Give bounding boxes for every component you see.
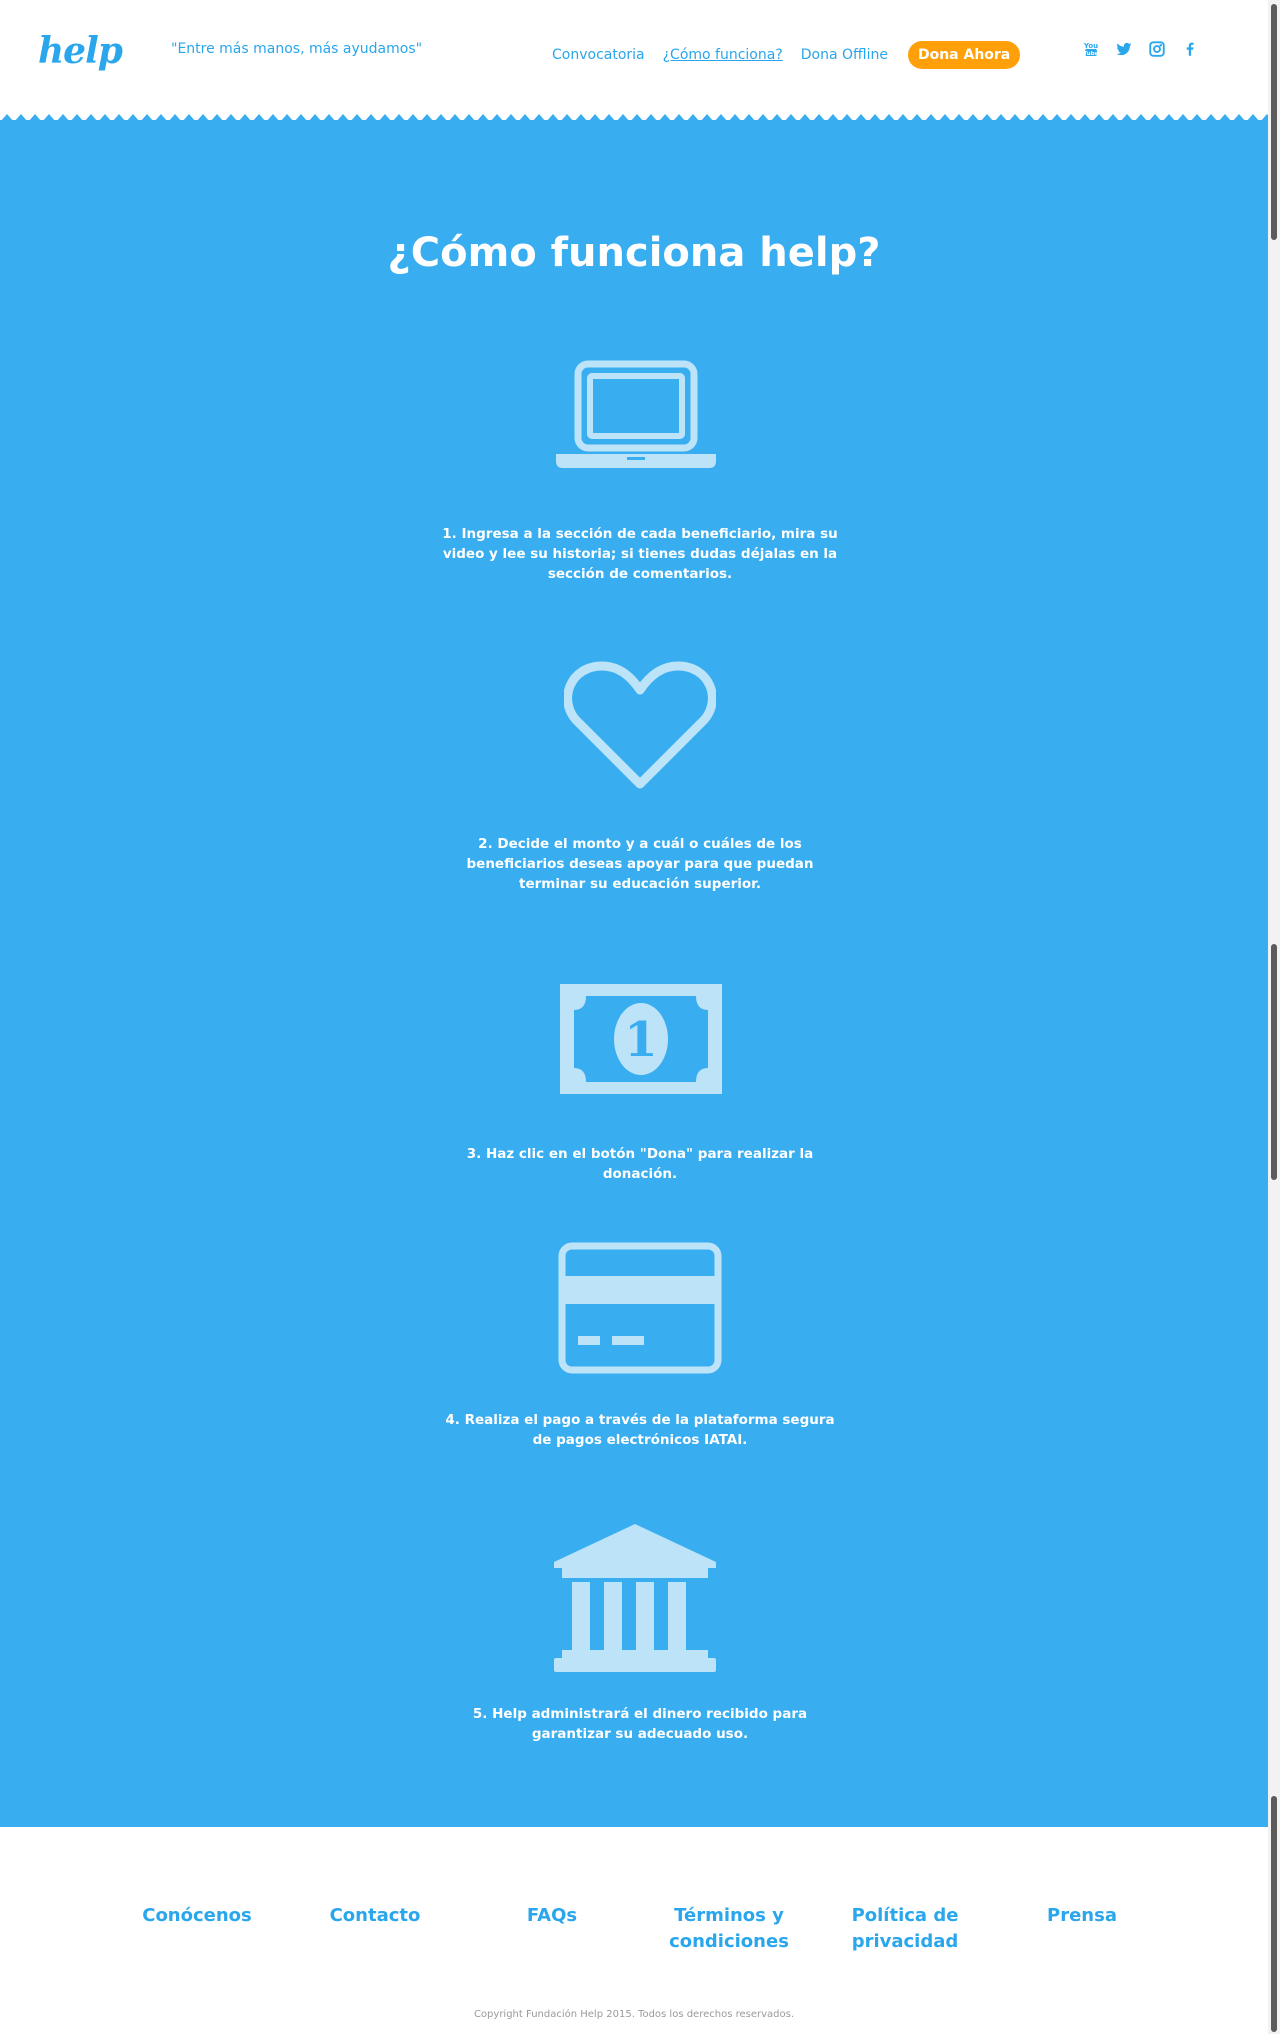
nav-dona-offline[interactable]: Dona Offline (801, 47, 888, 63)
footer-link-contacto[interactable]: Contacto (300, 1903, 450, 1929)
page-title: ¿Cómo funciona help? (387, 230, 881, 276)
footer-link-faqs[interactable]: FAQs (477, 1903, 627, 1929)
instagram-icon[interactable] (1148, 40, 1166, 58)
step-1-text: 1. Ingresa a la sección de cada benefici… (442, 526, 838, 582)
social-links: You Tube (1082, 40, 1199, 58)
copyright-text: Copyright Fundación Help 2015. Todos los… (473, 2009, 795, 2020)
youtube-icon[interactable]: You Tube (1082, 40, 1100, 58)
step-3-text: 3. Haz clic en el botón "Dona" para real… (466, 1146, 814, 1182)
credit-card-icon (558, 1242, 722, 1374)
laptop-icon (556, 360, 716, 468)
footer-link-prensa[interactable]: Prensa (1007, 1903, 1157, 1929)
scrollbar-thumb-top[interactable] (1271, 4, 1277, 240)
how-it-works-section: ¿Cómo funciona help? 1. Ingresa a la sec… (0, 120, 1268, 1827)
heart-icon (564, 661, 716, 789)
step-2-text: 2. Decide el monto y a cuál o cuáles de … (466, 836, 814, 892)
facebook-icon[interactable] (1181, 40, 1199, 58)
nav-convocatoria[interactable]: Convocatoria (552, 47, 645, 63)
footer-link-terminos[interactable]: Términos y condiciones (654, 1903, 804, 1955)
footer-link-conocenos[interactable]: Conócenos (122, 1903, 272, 1929)
svg-text:Tube: Tube (1084, 51, 1099, 57)
step-4-text: 4. Realiza el pago a través de la plataf… (445, 1412, 835, 1448)
banknote-icon: 1 (560, 984, 722, 1094)
nav-como-funciona[interactable]: ¿Cómo funciona? (663, 47, 783, 63)
main-nav: Convocatoria ¿Cómo funciona? Dona Offlin… (552, 41, 1021, 69)
tagline: "Entre más manos, más ayudamos" (171, 41, 423, 57)
scrollbar-thumb-bottom[interactable] (1271, 1796, 1277, 2032)
scrollbar-thumb-middle[interactable] (1271, 944, 1277, 1180)
svg-text:1: 1 (624, 1012, 657, 1068)
step-5-text: 5. Help administrará el dinero recibido … (472, 1706, 808, 1742)
help-logo[interactable]: help (38, 30, 123, 72)
page-scrollbar[interactable] (1268, 0, 1280, 2034)
site-header: help "Entre más manos, más ayudamos" Con… (0, 0, 1268, 112)
dona-ahora-button[interactable]: Dona Ahora (907, 41, 1021, 69)
bank-building-icon (554, 1524, 716, 1672)
footer-link-politica[interactable]: Política de privacidad (830, 1903, 980, 1955)
svg-text:You: You (1083, 42, 1098, 50)
site-footer: Conócenos Contacto FAQs Términos y condi… (0, 1827, 1268, 2034)
twitter-icon[interactable] (1115, 40, 1133, 58)
